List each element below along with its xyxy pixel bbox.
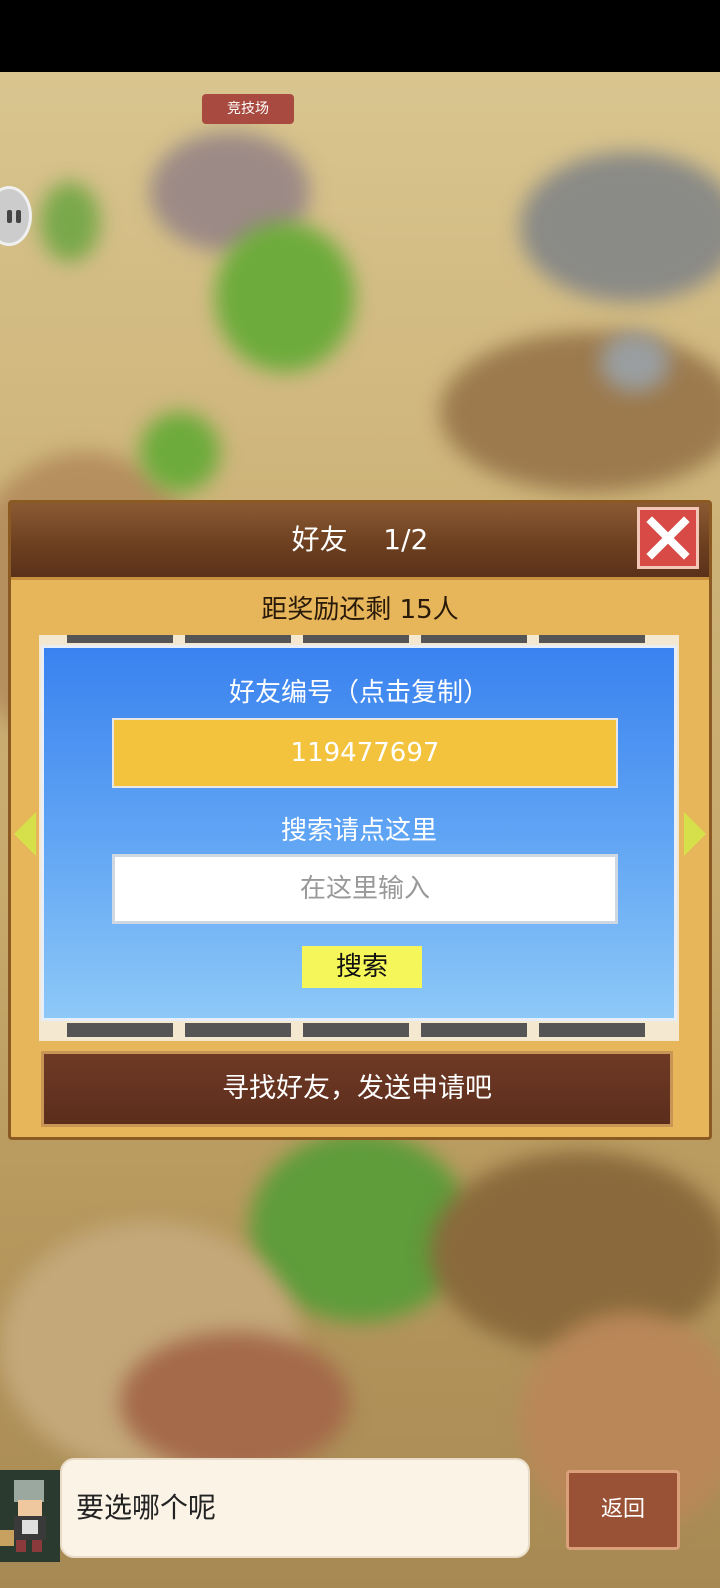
hint-bar: 寻找好友，发送申请吧 [41, 1051, 673, 1127]
speech-bubble: 要选哪个呢 [60, 1458, 530, 1558]
dialog-title: 好友 1/2 [291, 523, 429, 556]
next-page-arrow-icon[interactable] [684, 812, 706, 856]
friend-id-box[interactable]: 119477697 [112, 718, 618, 788]
search-button[interactable]: 搜索 [302, 946, 422, 988]
friend-id-label[interactable]: 好友编号（点击复制） [44, 672, 674, 709]
character-avatar [0, 1470, 60, 1562]
search-input[interactable]: 在这里输入 [112, 854, 618, 924]
status-bar [0, 0, 720, 72]
eye-icon [7, 210, 12, 223]
close-button[interactable] [637, 507, 699, 569]
arena-label[interactable]: 竞技场 [202, 94, 294, 124]
speech-text: 要选哪个呢 [76, 1491, 217, 1524]
eye-icon [16, 210, 21, 223]
friends-dialog: 好友 1/2 距奖励还剩 15人 好友编号（点击复制） 119477697 搜索… [8, 500, 712, 1140]
friend-search-panel: 好友编号（点击复制） 119477697 搜索请点这里 在这里输入 搜索 [41, 645, 677, 1021]
prev-page-arrow-icon[interactable] [14, 812, 36, 856]
search-label: 搜索请点这里 [280, 816, 437, 846]
back-button[interactable]: 返回 [566, 1470, 680, 1550]
close-icon [646, 516, 690, 560]
character-sprite-icon [0, 1480, 46, 1552]
reward-progress-text: 距奖励还剩 15人 [261, 595, 459, 625]
